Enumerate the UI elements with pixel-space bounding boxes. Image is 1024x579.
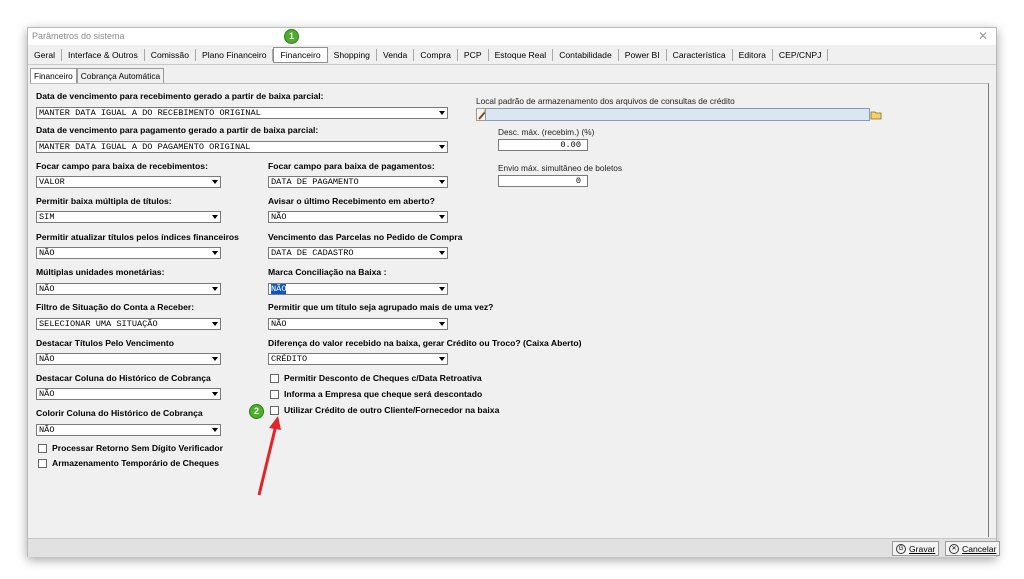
chevron-down-icon [212, 357, 218, 361]
tab-comissao[interactable]: Comissão [145, 49, 196, 61]
venc-receb-label: Data de vencimento para recebimento gera… [36, 91, 324, 101]
close-icon[interactable]: ✕ [978, 29, 988, 43]
folder-open-icon[interactable] [870, 109, 883, 120]
atualizar-select[interactable]: NÃO [36, 247, 221, 259]
chevron-down-icon [439, 251, 445, 255]
tab-interface-outros[interactable]: Interface & Outros [62, 49, 145, 61]
atualizar-label: Permitir atualizar títulos pelos índices… [36, 232, 239, 242]
main-tab-bar: Geral Interface & Outros Comissão Plano Fin… [28, 46, 829, 64]
chevron-down-icon [212, 392, 218, 396]
utilizar-credito-checkbox[interactable]: Utilizar Crédito de outro Cliente/Fornec… [270, 405, 499, 415]
chevron-down-icon [439, 287, 445, 291]
agrupado-select[interactable]: NÃO [268, 318, 448, 330]
filtro-select[interactable]: SELECIONAR UMA SITUAÇÃO [36, 318, 221, 330]
desc-label: Desc. máx. (recebim.) (%) [498, 127, 595, 137]
tab-plano-financeiro[interactable]: Plano Financeiro [196, 49, 274, 61]
bottom-bar: G Gravar ✕ Cancelar [28, 538, 1001, 557]
baixa-multipla-label: Permitir baixa múltipla de títulos: [36, 196, 172, 206]
tab-power-bi[interactable]: Power BI [619, 49, 667, 61]
venc-pag-select[interactable]: MANTER DATA IGUAL A DO PAGAMENTO ORIGINA… [36, 141, 448, 153]
cancel-icon: ✕ [949, 543, 959, 554]
tab-caracteristica[interactable]: Característica [667, 49, 733, 61]
chevron-down-icon [212, 322, 218, 326]
filtro-label: Filtro de Situação do Conta a Receber: [36, 302, 195, 312]
multiplas-select[interactable]: NÃO [36, 283, 221, 295]
diferenca-select[interactable]: CRÉDITO [268, 353, 448, 365]
marca-select[interactable]: NÃO [268, 283, 448, 295]
save-icon: G [896, 543, 906, 554]
local-label: Local padrão de armazenamento dos arquiv… [476, 96, 735, 106]
tab-editora[interactable]: Editora [733, 49, 773, 61]
title-bar: Parâmetros do sistema ✕ [28, 28, 996, 45]
colorir-label: Colorir Coluna do Histórico de Cobrança [36, 408, 203, 418]
tab-compra[interactable]: Compra [414, 49, 458, 61]
focar-receb-select[interactable]: VALOR [36, 176, 221, 188]
avisar-select[interactable]: NÃO [268, 211, 448, 223]
agrupado-label: Permitir que um título seja agrupado mai… [268, 302, 494, 312]
annotation-arrow [257, 416, 281, 496]
chevron-down-icon [212, 251, 218, 255]
chevron-down-icon [439, 180, 445, 184]
destacar-select[interactable]: NÃO [36, 353, 221, 365]
chevron-down-icon [212, 428, 218, 432]
gravar-button[interactable]: G Gravar [892, 541, 940, 556]
venc-receb-select[interactable]: MANTER DATA IGUAL A DO RECEBIMENTO ORIGI… [36, 107, 448, 119]
chevron-down-icon [439, 357, 445, 361]
tab-divider [28, 64, 996, 65]
sub-tab-bar: Financeiro Cobrança Automática [30, 68, 165, 83]
destacar-col-label: Destacar Coluna do Histórico de Cobrança [36, 373, 211, 383]
desconto-checkbox[interactable]: Permitir Desconto de Cheques c/Data Retr… [270, 373, 482, 383]
envio-input[interactable]: 0 [498, 175, 588, 187]
subtab-financeiro[interactable]: Financeiro [30, 68, 77, 83]
subtab-cobranca-automatica[interactable]: Cobrança Automática [76, 68, 165, 83]
tab-financeiro[interactable]: Financeiro [273, 47, 328, 63]
local-path-input[interactable] [485, 108, 870, 121]
chevron-down-icon [439, 215, 445, 219]
chevron-down-icon [439, 322, 445, 326]
venc-pag-label: Data de vencimento para pagamento gerado… [36, 125, 319, 135]
chevron-down-icon [212, 215, 218, 219]
venc-parcelas-select[interactable]: DATA DE CADASTRO [268, 247, 448, 259]
tab-geral[interactable]: Geral [28, 49, 63, 61]
informa-checkbox[interactable]: Informa a Empresa que cheque será descon… [270, 389, 482, 399]
envio-label: Envio máx. simultâneo de boletos [498, 163, 623, 173]
destacar-label: Destacar Títulos Pelo Vencimento [36, 338, 175, 348]
diferenca-label: Diferença do valor recebido na baixa, ge… [268, 338, 582, 348]
window-title: Parâmetros do sistema [32, 31, 125, 41]
armazenamento-checkbox[interactable]: Armazenamento Temporário de Cheques [38, 458, 219, 468]
settings-window: Parâmetros do sistema ✕ Geral Interface &… [27, 27, 1001, 557]
processar-checkbox[interactable]: Processar Retorno Sem Dígito Verificador [38, 443, 223, 453]
tab-pcp[interactable]: PCP [458, 49, 489, 61]
chevron-down-icon [439, 145, 445, 149]
annotation-badge-1: 1 [284, 29, 299, 44]
focar-pag-label: Focar campo para baixa de pagamentos: [268, 161, 435, 171]
chevron-down-icon [439, 111, 445, 115]
tab-estoque-real[interactable]: Estoque Real [489, 49, 554, 61]
multiplas-label: Múltiplas unidades monetárias: [36, 267, 165, 277]
desc-input[interactable]: 0.00 [498, 139, 588, 151]
destacar-col-select[interactable]: NÃO [36, 388, 221, 400]
avisar-label: Avisar o último Recebimento em aberto? [268, 196, 435, 206]
tab-shopping[interactable]: Shopping [328, 49, 377, 61]
marca-label: Marca Conciliação na Baixa : [268, 267, 387, 277]
cancelar-button[interactable]: ✕ Cancelar [945, 541, 1001, 556]
tab-contabilidade[interactable]: Contabilidade [553, 49, 619, 61]
baixa-multipla-select[interactable]: SIM [36, 211, 221, 223]
colorir-select[interactable]: NÃO [36, 424, 221, 436]
tab-cep-cnpj[interactable]: CEP/CNPJ [773, 49, 829, 61]
tab-venda[interactable]: Venda [377, 49, 415, 61]
venc-parcelas-label: Vencimento das Parcelas no Pedido de Com… [268, 232, 463, 242]
focar-receb-label: Focar campo para baixa de recebimentos: [36, 161, 208, 171]
chevron-down-icon [212, 180, 218, 184]
chevron-down-icon [212, 287, 218, 291]
focar-pag-select[interactable]: DATA DE PAGAMENTO [268, 176, 448, 188]
